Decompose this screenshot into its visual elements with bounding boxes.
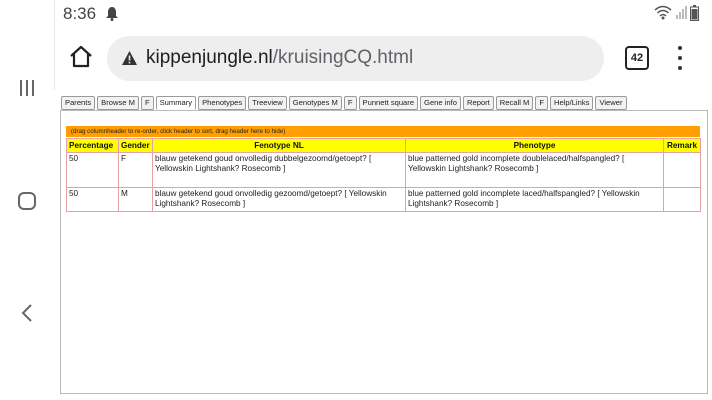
tab-help-links[interactable]: Help/Links	[549, 96, 594, 110]
table-row: 50 F blauw getekend goud onvolledig dubb…	[66, 152, 701, 188]
home-nav-icon	[18, 192, 36, 210]
signal-icon	[676, 6, 687, 19]
cell-percentage: 50	[66, 152, 119, 188]
cell-remark	[663, 152, 701, 188]
cell-remark	[663, 187, 701, 212]
header-percentage[interactable]: Percentage	[66, 138, 119, 153]
cell-phenotype: blue patterned gold incomplete doublelac…	[405, 152, 664, 188]
url-domain: kippenjungle.nl	[146, 47, 273, 68]
notification-bell-icon	[106, 7, 118, 21]
battery-icon	[690, 5, 699, 21]
address-bar[interactable]: kippenjungle.nl/kruisingCQ.html	[107, 36, 604, 81]
cell-fenotype-nl: blauw getekend goud onvolledig dubbelgez…	[152, 152, 406, 188]
tab-browse-f[interactable]: F	[140, 96, 154, 110]
android-navigation-bar	[0, 0, 55, 400]
status-time: 8:36	[63, 4, 97, 23]
header-phenotype[interactable]: Phenotype	[405, 138, 664, 153]
grouping-drop-zone[interactable]: (drag columnheader to re-order, click he…	[66, 126, 700, 137]
home-nav-button[interactable]	[0, 181, 54, 221]
tab-treeview[interactable]: Treeview	[248, 96, 287, 110]
tab-browse-m[interactable]: Browse M	[97, 96, 139, 110]
header-fenotype-nl[interactable]: Fenotype NL	[152, 138, 406, 153]
back-icon	[21, 304, 32, 322]
tab-recall-f[interactable]: F	[535, 96, 548, 110]
recent-apps-button[interactable]	[0, 68, 54, 108]
recent-apps-icon	[20, 80, 34, 96]
web-page: Parents Browse M F Summary Phenotypes Tr…	[54, 90, 712, 400]
tab-summary[interactable]: Summary	[155, 96, 197, 110]
cell-phenotype: blue patterned gold incomplete laced/hal…	[405, 187, 664, 212]
table-row: 50 M blauw getekend goud onvolledig gezo…	[66, 187, 701, 212]
cell-gender: F	[118, 152, 153, 188]
tab-report[interactable]: Report	[462, 96, 494, 110]
wifi-icon	[654, 5, 672, 20]
summary-table: Percentage Gender Fenotype NL Phenotype …	[66, 138, 701, 212]
url-path: /kruisingCQ.html	[272, 47, 414, 68]
tab-recall-m[interactable]: Recall M	[495, 96, 534, 110]
page-tabs: Parents Browse M F Summary Phenotypes Tr…	[61, 96, 627, 110]
home-icon[interactable]	[68, 44, 94, 70]
back-button[interactable]	[0, 293, 54, 333]
browser-toolbar: kippenjungle.nl/kruisingCQ.html 42	[54, 28, 712, 90]
tab-viewer[interactable]: Viewer	[595, 96, 627, 110]
status-bar: 8:36	[54, 0, 712, 28]
tab-genotypes-m[interactable]: Genotypes M	[288, 96, 342, 110]
overflow-menu-icon[interactable]	[674, 46, 686, 70]
tab-punnett-square[interactable]: Punnett square	[358, 96, 419, 110]
tab-gene-info[interactable]: Gene info	[420, 96, 461, 110]
cell-fenotype-nl: blauw getekend goud onvolledig gezoomd/g…	[152, 187, 406, 212]
summary-panel: (drag columnheader to re-order, click he…	[60, 110, 708, 394]
warning-icon[interactable]	[121, 50, 138, 66]
tab-switcher-icon[interactable]: 42	[625, 46, 649, 70]
header-remark[interactable]: Remark	[663, 138, 701, 153]
url-text[interactable]: kippenjungle.nl/kruisingCQ.html	[146, 47, 413, 69]
tab-genotypes-f[interactable]: F	[343, 96, 357, 110]
tab-phenotypes[interactable]: Phenotypes	[198, 96, 247, 110]
tab-parents[interactable]: Parents	[61, 96, 96, 110]
cell-gender: M	[118, 187, 153, 212]
tab-count: 42	[630, 52, 644, 64]
header-gender[interactable]: Gender	[118, 138, 153, 153]
cell-percentage: 50	[66, 187, 119, 212]
